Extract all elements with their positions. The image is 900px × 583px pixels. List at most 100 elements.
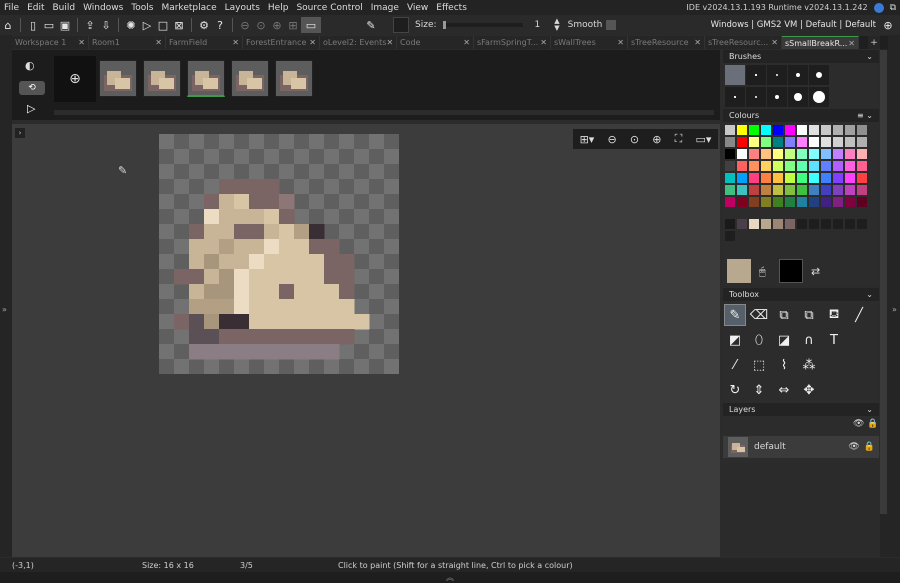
colour-swatch[interactable] [737,137,747,147]
select-copy-tool[interactable]: ⧉ [773,304,795,326]
colour-swatch[interactable] [725,231,735,241]
play-icon[interactable]: ▷ [27,102,35,115]
move-tool[interactable]: ✥ [798,379,820,401]
tab-4[interactable]: oLevel2: Events ✕ [320,36,397,49]
loop-icon[interactable]: ⟲ [19,81,45,95]
colour-swatch[interactable] [773,185,783,195]
zoom-in-icon[interactable]: ⊕ [269,17,285,33]
tab-5[interactable]: Code ✕ [397,36,474,49]
tab-6[interactable]: sFarmSpringT... ✕ [474,36,551,49]
expand-up-icon[interactable]: ︽ [446,573,454,582]
target-icon[interactable]: ⊕ [880,17,896,33]
colour-swatch[interactable] [833,185,843,195]
colour-swatch[interactable] [749,137,759,147]
colour-swatch[interactable] [845,197,855,207]
colour-swatch[interactable] [737,149,747,159]
brush-9[interactable] [809,87,829,107]
colour-swatch[interactable] [725,173,735,183]
colour-swatch[interactable] [857,125,867,135]
colour-swatch[interactable] [737,185,747,195]
colour-swatch[interactable] [833,197,843,207]
menu-help[interactable]: Help [268,3,289,13]
run-icon[interactable]: ▷ [139,17,155,33]
left-dock-edge[interactable]: » [0,35,12,557]
help-icon[interactable]: ? [212,17,228,33]
tab-0[interactable]: Workspace 1 ✕ [12,36,89,49]
frame-scrollbar[interactable] [54,110,714,115]
colour-swatch[interactable] [737,197,747,207]
lasso-tool[interactable]: ⌇ [773,354,795,376]
frame-thumb-3[interactable] [187,60,225,97]
colour-swatch[interactable] [797,219,807,229]
brush-8[interactable] [788,87,808,107]
colour-swatch[interactable] [749,185,759,195]
colour-swatch[interactable] [809,197,819,207]
colour-swatch[interactable] [833,137,843,147]
colour-swatch[interactable] [821,219,831,229]
tab-1[interactable]: Room1 ✕ [89,36,166,49]
colour-swatch[interactable] [773,125,783,135]
colour-swatch[interactable] [857,149,867,159]
brush-0[interactable] [725,65,745,85]
colour-swatch[interactable] [809,185,819,195]
colour-swatch[interactable] [761,161,771,171]
marquee-tool[interactable]: ⬚ [748,354,770,376]
colour-swatch[interactable] [833,125,843,135]
colour-swatch[interactable] [725,125,735,135]
colour-swatch[interactable] [725,197,735,207]
colour-swatch[interactable] [845,161,855,171]
zoom-out-icon[interactable]: ⊖ [607,133,616,146]
close-icon[interactable]: ✕ [309,38,316,47]
sprite-canvas[interactable] [159,134,399,374]
chevron-down-icon[interactable]: ⌄ [866,52,873,61]
colour-swatch[interactable] [857,173,867,183]
colour-swatch[interactable] [809,125,819,135]
colour-swatch[interactable] [785,197,795,207]
panel-scrollbar[interactable] [880,50,887,514]
menu-edit[interactable]: Edit [27,3,44,13]
colour-swatch[interactable] [845,173,855,183]
colour-swatch[interactable] [773,197,783,207]
colour-swatch[interactable] [761,219,771,229]
tab-7[interactable]: sWallTrees ✕ [551,36,628,49]
pencil-tool[interactable]: ✎ [724,304,746,326]
lock-icon[interactable]: 🔒 [864,442,875,452]
size-slider[interactable] [442,21,523,29]
zoom-reset-icon[interactable]: ⊙ [630,133,639,146]
colour-swatch[interactable] [821,125,831,135]
colour-swatch[interactable] [725,137,735,147]
tab-10[interactable]: sSmallBreakR... ✕ [782,36,859,49]
magic-wand-tool[interactable]: ⁂ [798,354,820,376]
colour-swatch[interactable] [785,185,795,195]
account-icon[interactable] [873,2,884,13]
colour-swatch[interactable] [737,125,747,135]
colour-swatch[interactable] [749,149,759,159]
frame-thumb-2[interactable] [143,60,181,97]
collapse-icon[interactable]: › [15,128,25,138]
eye-icon[interactable]: 👁 [848,442,859,452]
close-icon[interactable]: ✕ [617,38,624,47]
colour-swatch[interactable] [737,173,747,183]
close-icon[interactable]: ✕ [232,38,239,47]
target-selector[interactable]: Windows | GMS2 VM | Default | Default [711,20,876,30]
menu-effects[interactable]: Effects [436,3,467,13]
tab-3[interactable]: ForestEntrance ✕ [243,36,320,49]
colour-swatch[interactable] [725,161,735,171]
colour-swatch[interactable] [761,173,771,183]
colour-swatch[interactable] [785,173,795,183]
colour-swatch[interactable] [845,149,855,159]
select-move-tool[interactable]: ⧉ [798,304,820,326]
zoom-fit-icon[interactable]: ⊞ [285,17,301,33]
colour-swatch[interactable] [749,161,759,171]
flip-horizontal-tool[interactable]: ⇔ [773,379,795,401]
smooth-checkbox[interactable] [606,20,617,30]
colour-swatch[interactable] [845,125,855,135]
colour-swatch[interactable] [821,161,831,171]
menu-layouts[interactable]: Layouts [225,3,260,13]
colour-swatch[interactable] [761,149,771,159]
colour-swatch[interactable] [749,219,759,229]
layer-name[interactable]: default [754,442,786,452]
colour-swatch[interactable] [749,125,759,135]
close-icon[interactable]: ✕ [386,38,393,47]
colour-swatch[interactable] [725,149,735,159]
